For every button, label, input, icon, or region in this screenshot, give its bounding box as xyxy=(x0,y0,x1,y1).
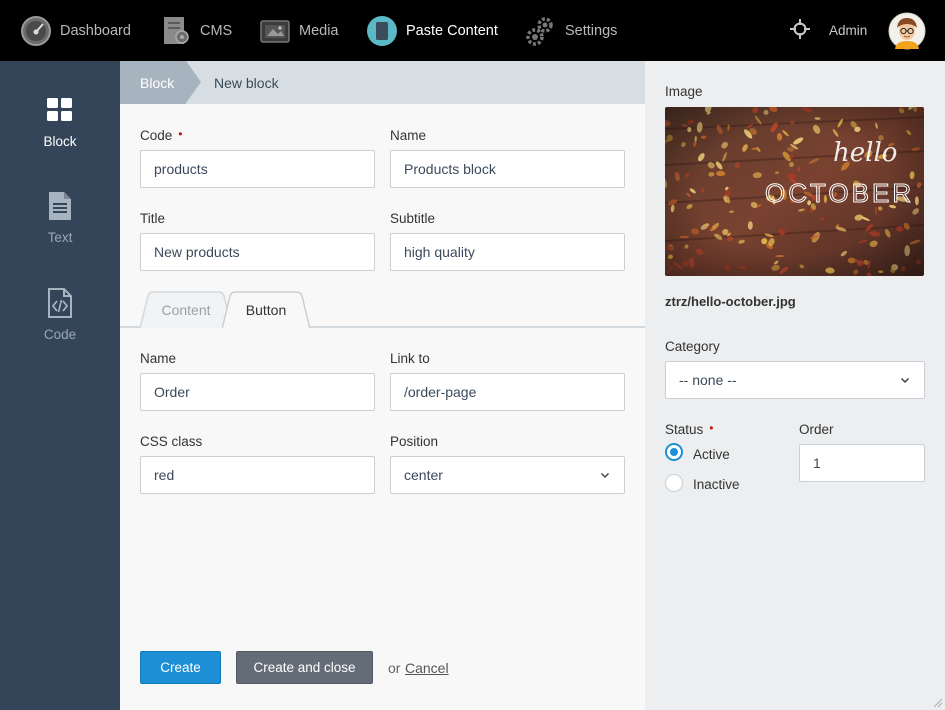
link-to-input[interactable] xyxy=(390,373,625,411)
order-label: Order xyxy=(799,422,834,437)
position-select-value: center xyxy=(404,467,443,483)
nav-item-label: CMS xyxy=(200,22,233,39)
cms-icon xyxy=(160,15,192,47)
chevron-down-icon xyxy=(600,472,610,479)
nav-item-dashboard[interactable]: Dashboard xyxy=(20,0,131,61)
main-form: Block New block Code • Name Title Subtitl… xyxy=(120,61,645,710)
image-label: Image xyxy=(665,84,703,99)
crosshair-icon xyxy=(790,19,810,42)
category-label: Category xyxy=(665,339,720,354)
css-class-label: CSS class xyxy=(140,434,203,449)
gears-icon xyxy=(525,15,557,47)
sidebar-item-label: Code xyxy=(43,327,77,342)
resize-grip-icon[interactable] xyxy=(932,697,943,708)
image-caption-october: OCTOBER xyxy=(765,178,914,208)
grid-icon xyxy=(44,94,76,126)
tab-content-label: Content xyxy=(161,301,211,318)
tab-button[interactable]: Button xyxy=(222,291,310,328)
image-file-name: ztrz/hello-october.jpg xyxy=(665,294,796,309)
status-inactive-label[interactable]: Inactive xyxy=(693,477,740,492)
status-label-text: Status xyxy=(665,422,704,437)
breadcrumb: Block New block xyxy=(120,61,645,104)
position-label: Position xyxy=(390,434,439,449)
button-name-label: Name xyxy=(140,351,177,366)
nav-item-media[interactable]: Media xyxy=(259,0,339,61)
category-select[interactable]: -- none -- xyxy=(665,361,925,399)
sidebar-item-code[interactable]: Code xyxy=(0,287,120,342)
link-to-label: Link to xyxy=(390,351,430,366)
nav-item-label: Media xyxy=(299,22,339,39)
status-active-radio[interactable] xyxy=(665,443,683,461)
sidebar-item-label: Block xyxy=(43,134,77,149)
nav-item-paste-content[interactable]: Paste Content xyxy=(366,0,498,61)
sidebar-item-text[interactable]: Text xyxy=(0,190,120,245)
user-name[interactable]: Admin xyxy=(829,0,867,61)
document-icon xyxy=(44,190,76,222)
create-and-close-button[interactable]: Create and close xyxy=(236,651,373,684)
speedometer-icon xyxy=(20,15,52,47)
media-icon xyxy=(259,15,291,47)
status-inactive-radio[interactable] xyxy=(665,474,683,492)
sidebar: Block Text Code xyxy=(0,61,120,710)
nav-item-label: Dashboard xyxy=(60,22,131,39)
status-label: Status • xyxy=(665,421,714,437)
tab-content[interactable]: Content xyxy=(140,291,232,328)
nav-item-label: Settings xyxy=(565,22,618,39)
crosshair-button[interactable] xyxy=(790,0,810,61)
nav-item-label: Paste Content xyxy=(406,22,498,39)
sidebar-item-block[interactable]: Block xyxy=(0,94,120,149)
required-mark: • xyxy=(178,127,183,141)
nav-item-cms[interactable]: CMS xyxy=(160,0,232,61)
image-preview[interactable]: hello OCTOBER xyxy=(665,107,924,276)
chevron-down-icon xyxy=(900,377,910,384)
button-name-input[interactable] xyxy=(140,373,375,411)
status-active-label[interactable]: Active xyxy=(693,447,730,462)
right-panel: Image hello OCTOBER ztrz/hello-october.j… xyxy=(645,61,945,710)
paste-content-icon xyxy=(366,15,398,47)
name-input[interactable] xyxy=(390,150,625,188)
category-select-value: -- none -- xyxy=(679,372,737,388)
avatar[interactable] xyxy=(888,0,926,61)
cancel-link[interactable]: Cancel xyxy=(405,660,449,676)
breadcrumb-item-block[interactable]: Block xyxy=(120,61,186,104)
breadcrumb-arrow xyxy=(186,61,201,103)
nav-item-settings[interactable]: Settings xyxy=(525,0,617,61)
sidebar-item-label: Text xyxy=(47,230,73,245)
tab-button-label: Button xyxy=(245,301,287,318)
code-label: Code • xyxy=(140,127,183,143)
position-select[interactable]: center xyxy=(390,456,625,494)
or-text: or xyxy=(388,660,401,676)
code-label-text: Code xyxy=(140,128,173,143)
subtitle-label: Subtitle xyxy=(390,211,436,226)
code-file-icon xyxy=(44,287,76,319)
title-label: Title xyxy=(140,211,166,226)
image-caption-hello: hello xyxy=(833,138,897,168)
subtitle-input[interactable] xyxy=(390,233,625,271)
name-label: Name xyxy=(390,128,427,143)
create-button[interactable]: Create xyxy=(140,651,221,684)
top-nav-bar: Dashboard CMS Media Paste Content Settin… xyxy=(0,0,945,61)
required-mark: • xyxy=(709,421,714,435)
css-class-input[interactable] xyxy=(140,456,375,494)
code-input[interactable] xyxy=(140,150,375,188)
breadcrumb-item-current: New block xyxy=(214,74,279,91)
order-input[interactable] xyxy=(799,444,925,482)
title-input[interactable] xyxy=(140,233,375,271)
